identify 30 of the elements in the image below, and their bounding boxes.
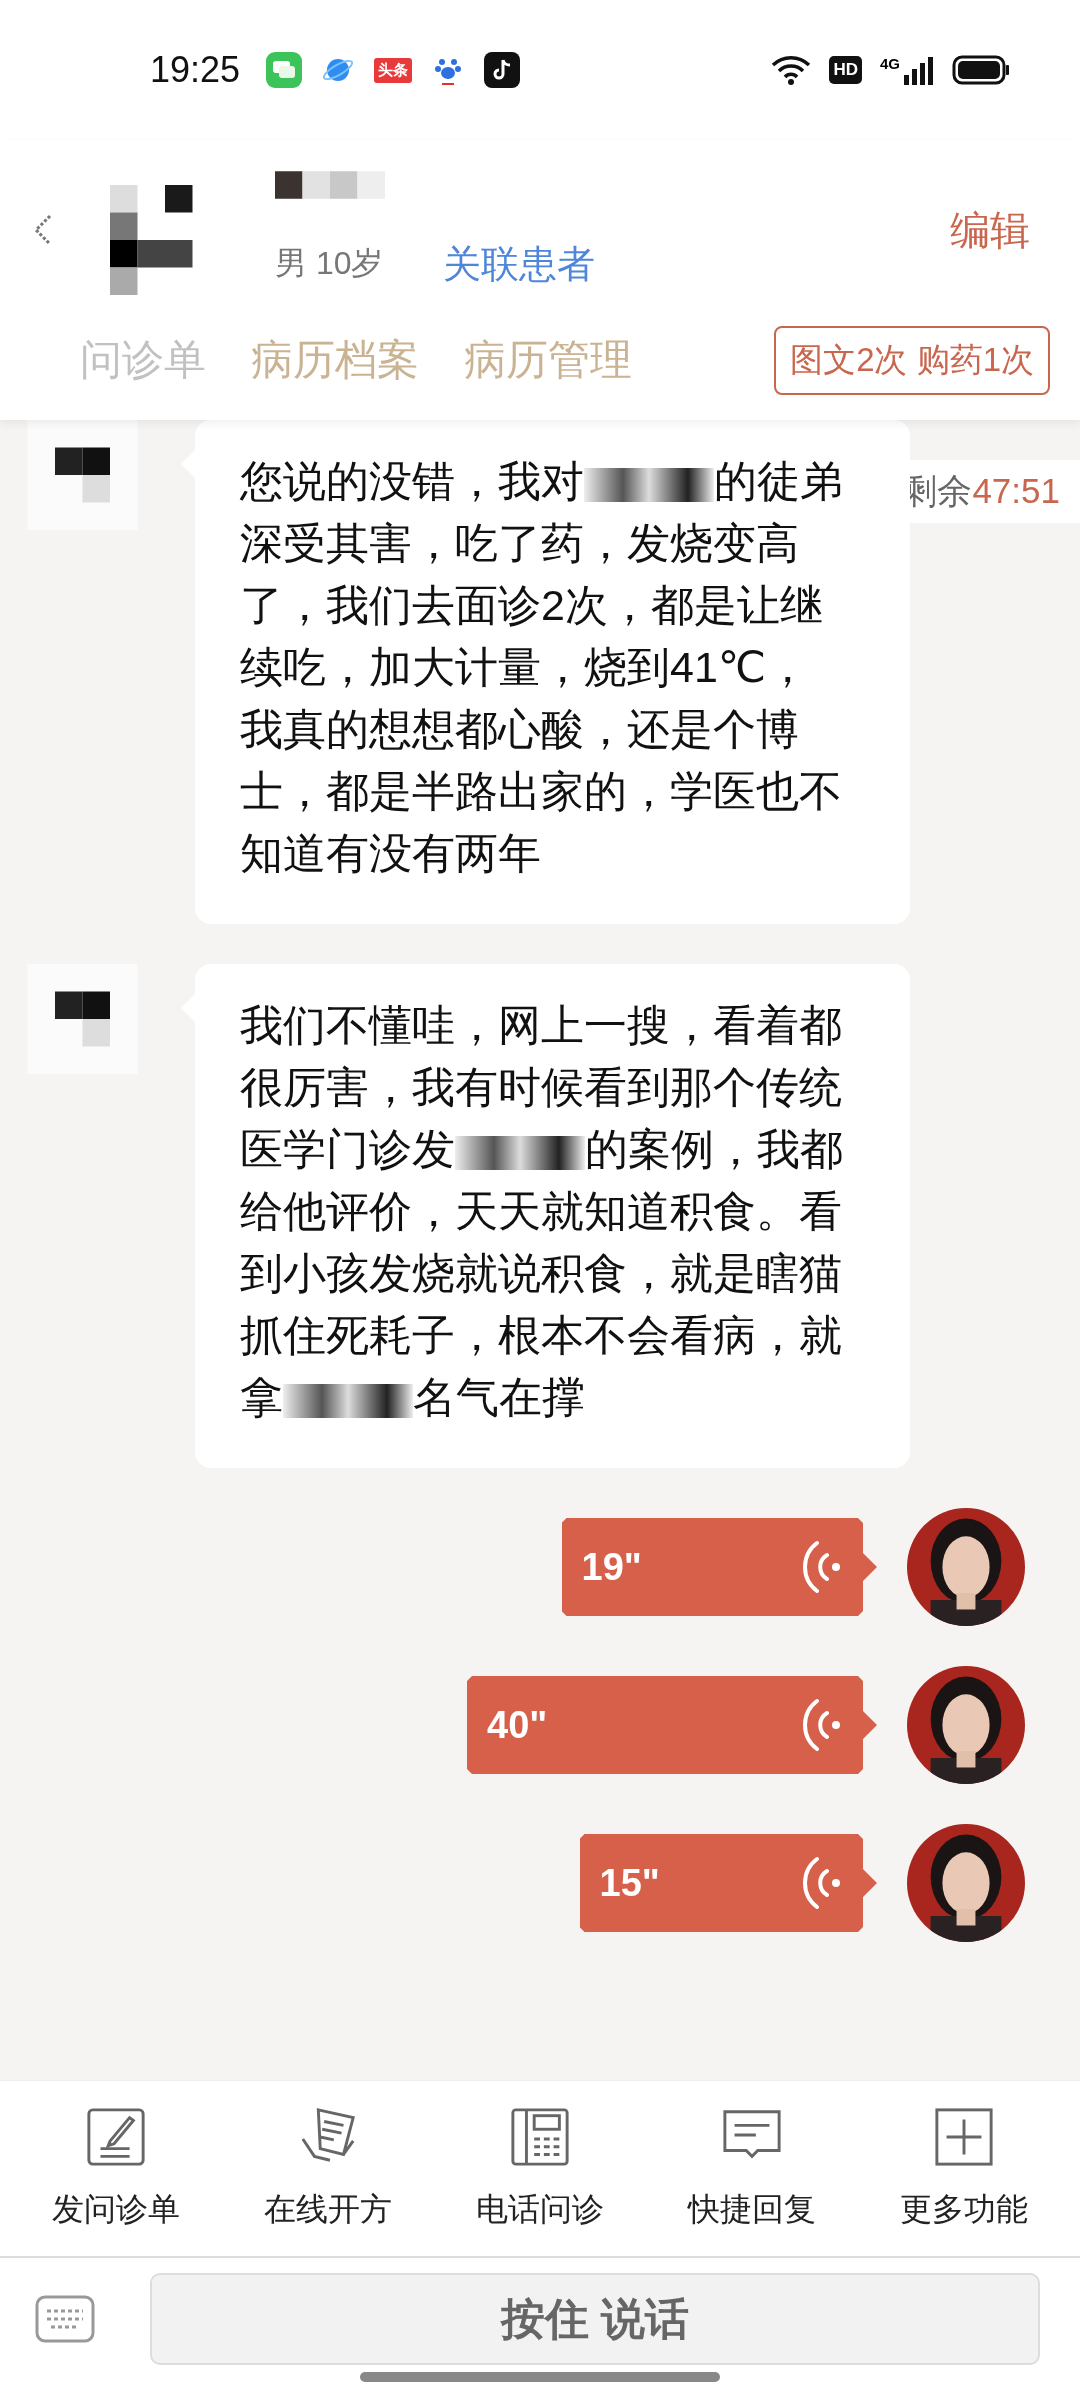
- battery-icon: [952, 55, 1010, 85]
- news-app-icon: 头条: [374, 57, 413, 83]
- patient-info: 男 10岁: [275, 244, 384, 283]
- hold-to-talk-button[interactable]: 按住 说话: [150, 2273, 1040, 2365]
- voice-message[interactable]: 40": [467, 1676, 877, 1774]
- status-time: 19:25: [150, 49, 241, 91]
- keyboard-icon[interactable]: [35, 2295, 95, 2343]
- edit-button[interactable]: 编辑: [950, 202, 1030, 258]
- form-icon: [85, 2105, 147, 2168]
- wifi-icon: [771, 54, 812, 86]
- quota-badge: 图文2次 购药1次: [774, 325, 1050, 395]
- link-patient-link[interactable]: 关联患者: [443, 238, 596, 290]
- message-text: 我们不懂哇，网上一搜，看着都很厉害，我有时候看到那个传统医学门诊发 的案例，我都给他评价，天天就知道积食。看到小孩发烧就说积食，就是瞎猫抓住死耗子，根本不会看病，就拿 名气在撑: [240, 1000, 844, 1423]
- toolbar-item[interactable]: 快捷回复: [662, 2105, 842, 2232]
- music-note-app-icon: [484, 52, 521, 88]
- message-text: 您说的没错，我对 的徒弟深受其害，吃了药，发烧变高了，我们去面诊2次，都是让继续吃，加大计量，烧到41℃，我真的想想都心酸，还是个博士，都是半路出家的，学医也不知道有没有两年: [240, 456, 844, 879]
- hd-badge: HD: [829, 56, 862, 84]
- tab[interactable]: 病历管理: [464, 332, 632, 388]
- voice-message[interactable]: 19": [561, 1518, 877, 1616]
- phone-icon: [509, 2105, 571, 2168]
- network-label: 4G: [880, 54, 900, 72]
- voice-message[interactable]: 15": [579, 1834, 877, 1932]
- tab[interactable]: 病历档案: [251, 332, 419, 388]
- plus-icon: [933, 2105, 995, 2168]
- chat-app-icon: [266, 52, 303, 88]
- toolbar-item[interactable]: 发问诊单: [26, 2105, 206, 2232]
- signal-icon: [904, 55, 934, 85]
- toolbar-item[interactable]: 在线开方: [238, 2105, 418, 2232]
- toolbar-item[interactable]: 更多功能: [874, 2105, 1054, 2232]
- toolbar-item[interactable]: 电话问诊: [450, 2105, 630, 2232]
